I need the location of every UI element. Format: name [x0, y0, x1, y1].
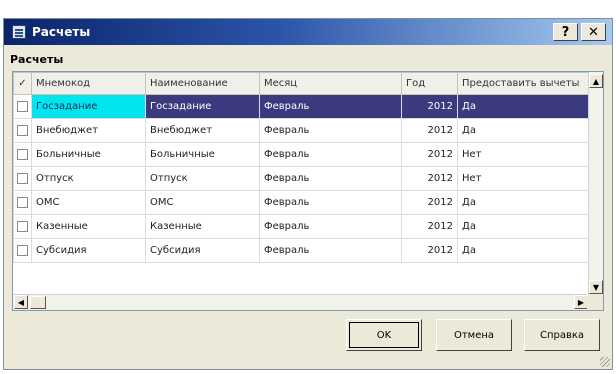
cell-month[interactable]: Февраль [259, 190, 402, 215]
cell-year[interactable]: 2012 [401, 142, 458, 167]
table-row[interactable]: Госзадание Госзадание Февраль 2012 Да [13, 94, 590, 119]
cell-mnemo[interactable]: Госзадание [31, 94, 146, 119]
app-grid-icon [12, 25, 26, 39]
grid-table: ✓ Мнемокод Наименование Месяц Год Предос… [13, 72, 590, 263]
column-header-month[interactable]: Месяц [259, 72, 402, 95]
horizontal-scrollbar[interactable]: ◀ ▶ [13, 294, 589, 310]
section-title: Расчеты [10, 53, 64, 66]
scroll-left-icon[interactable]: ◀ [14, 295, 28, 309]
cell-mnemo[interactable]: Казенные [31, 214, 146, 239]
cell-month[interactable]: Февраль [259, 238, 402, 263]
vertical-scrollbar[interactable]: ▲ ▼ [588, 72, 603, 296]
ok-button[interactable]: OK [346, 319, 422, 351]
checkbox-icon[interactable] [17, 100, 28, 112]
help-title-button[interactable]: ? [553, 23, 578, 41]
cell-mnemo[interactable]: Отпуск [31, 166, 146, 191]
cell-month[interactable]: Февраль [259, 94, 402, 119]
row-checkbox[interactable] [13, 94, 32, 119]
cell-name[interactable]: Отпуск [145, 166, 260, 191]
calculations-grid[interactable]: ✓ Мнемокод Наименование Месяц Год Предос… [12, 71, 604, 311]
checkbox-icon[interactable] [17, 124, 28, 136]
row-checkbox[interactable] [13, 118, 32, 143]
checkbox-icon[interactable] [17, 196, 28, 208]
cell-year[interactable]: 2012 [401, 214, 458, 239]
cell-mnemo[interactable]: Субсидия [31, 238, 146, 263]
cell-month[interactable]: Февраль [259, 142, 402, 167]
checkbox-icon[interactable] [17, 220, 28, 232]
cell-deductions[interactable]: Да [457, 238, 590, 263]
table-row[interactable]: Отпуск Отпуск Февраль 2012 Нет [13, 166, 590, 191]
cell-mnemo[interactable]: Больничные [31, 142, 146, 167]
scroll-up-icon[interactable]: ▲ [589, 74, 603, 88]
cell-name[interactable]: Госзадание [145, 94, 260, 119]
resize-grip-icon[interactable] [600, 357, 610, 367]
cell-year[interactable]: 2012 [401, 190, 458, 215]
cell-mnemo[interactable]: Внебюджет [31, 118, 146, 143]
close-button[interactable]: ✕ [581, 23, 606, 41]
column-header-mnemo[interactable]: Мнемокод [31, 72, 146, 95]
cell-month[interactable]: Февраль [259, 118, 402, 143]
check-column-header[interactable]: ✓ [13, 72, 32, 95]
header-row: ✓ Мнемокод Наименование Месяц Год Предос… [13, 72, 590, 95]
row-checkbox[interactable] [13, 190, 32, 215]
table-row[interactable]: Внебюджет Внебюджет Февраль 2012 Да [13, 118, 590, 143]
cell-deductions[interactable]: Нет [457, 142, 590, 167]
row-checkbox[interactable] [13, 166, 32, 191]
cell-month[interactable]: Февраль [259, 214, 402, 239]
cell-deductions[interactable]: Нет [457, 166, 590, 191]
cell-deductions[interactable]: Да [457, 190, 590, 215]
table-row[interactable]: Субсидия Субсидия Февраль 2012 Да [13, 238, 590, 263]
cell-name[interactable]: Внебюджет [145, 118, 260, 143]
cell-year[interactable]: 2012 [401, 94, 458, 119]
scrollbar-corner [587, 294, 603, 310]
row-checkbox[interactable] [13, 238, 32, 263]
row-checkbox[interactable] [13, 214, 32, 239]
column-header-year[interactable]: Год [401, 72, 458, 95]
cell-year[interactable]: 2012 [401, 238, 458, 263]
cell-deductions[interactable]: Да [457, 214, 590, 239]
cell-year[interactable]: 2012 [401, 166, 458, 191]
cell-year[interactable]: 2012 [401, 118, 458, 143]
cell-name[interactable]: Субсидия [145, 238, 260, 263]
checkbox-icon[interactable] [17, 244, 28, 256]
calculations-dialog: Расчеты ? ✕ Расчеты ✓ Мнемокод Наименова… [3, 18, 613, 370]
cell-mnemo[interactable]: ОМС [31, 190, 146, 215]
window-title: Расчеты [32, 25, 91, 39]
column-header-name[interactable]: Наименование [145, 72, 260, 95]
checkbox-icon[interactable] [17, 148, 28, 160]
cell-month[interactable]: Февраль [259, 166, 402, 191]
cell-name[interactable]: Больничные [145, 142, 260, 167]
cell-deductions[interactable]: Да [457, 118, 590, 143]
cell-name[interactable]: Казенные [145, 214, 260, 239]
horizontal-scroll-thumb[interactable] [30, 296, 46, 309]
column-header-deductions[interactable]: Предоставить вычеты [457, 72, 590, 95]
checkbox-icon[interactable] [17, 172, 28, 184]
scroll-right-icon[interactable]: ▶ [574, 295, 588, 309]
table-row[interactable]: Больничные Больничные Февраль 2012 Нет [13, 142, 590, 167]
cell-deductions[interactable]: Да [457, 94, 590, 119]
row-checkbox[interactable] [13, 142, 32, 167]
table-row[interactable]: Казенные Казенные Февраль 2012 Да [13, 214, 590, 239]
scroll-down-icon[interactable]: ▼ [589, 280, 603, 294]
title-bar[interactable]: Расчеты ? ✕ [4, 19, 612, 45]
table-row[interactable]: ОМС ОМС Февраль 2012 Да [13, 190, 590, 215]
cancel-button[interactable]: Отмена [436, 319, 512, 351]
cell-name[interactable]: ОМС [145, 190, 260, 215]
help-button[interactable]: Справка [524, 319, 600, 351]
